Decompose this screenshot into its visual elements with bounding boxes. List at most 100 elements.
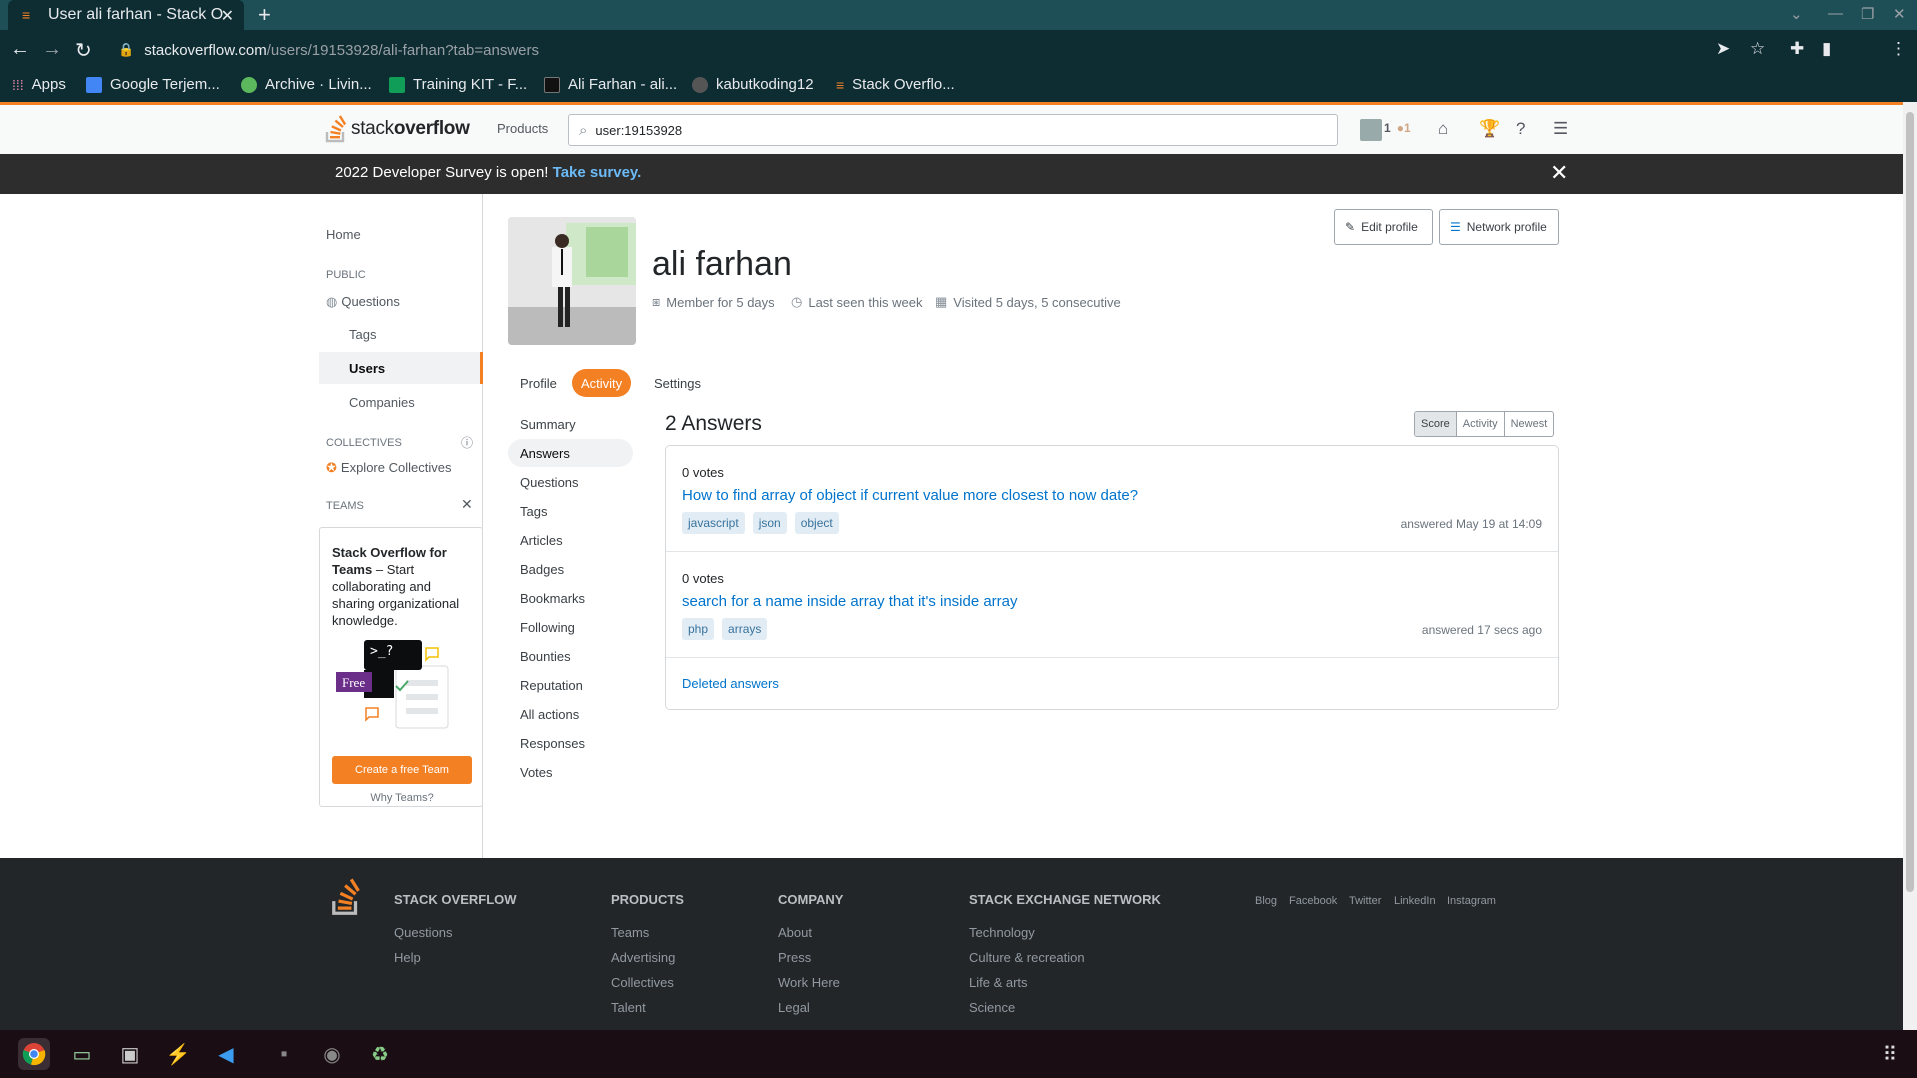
teams-close-icon[interactable]: ✕: [461, 496, 473, 513]
forward-icon[interactable]: →: [42, 38, 62, 61]
reload-icon[interactable]: ↻: [75, 38, 92, 63]
footer-link[interactable]: Advertising: [611, 950, 675, 965]
subnav-all-actions[interactable]: All actions: [508, 700, 633, 728]
tab-profile[interactable]: Profile: [511, 369, 566, 397]
sublime-app-icon[interactable]: ⚡: [162, 1038, 194, 1070]
tab-settings[interactable]: Settings: [645, 369, 710, 397]
nav-tags[interactable]: Tags: [349, 327, 376, 342]
answer-timestamp[interactable]: answered May 19 at 14:09: [1401, 517, 1542, 531]
footer-social-link[interactable]: Facebook: [1289, 895, 1337, 907]
footer-social-link[interactable]: Instagram: [1447, 895, 1496, 907]
tag-php[interactable]: php: [682, 618, 715, 640]
browser-tab-active[interactable]: ≡ User ali farhan - Stack Overflow ✕: [8, 0, 244, 30]
products-menu[interactable]: Products: [497, 121, 548, 136]
network-profile-button[interactable]: ☰ Network profile: [1439, 209, 1559, 245]
user-avatar[interactable]: [1360, 119, 1382, 141]
subnav-following[interactable]: Following: [508, 613, 633, 641]
trash-app-icon[interactable]: ♻: [364, 1038, 396, 1070]
subnav-questions[interactable]: Questions: [508, 468, 633, 496]
browser-menu-icon[interactable]: ⋮: [1890, 39, 1907, 59]
app-grid-icon[interactable]: ⠿: [1874, 1038, 1906, 1070]
why-teams-link[interactable]: Why Teams?: [320, 792, 484, 804]
sort-newest[interactable]: Newest: [1503, 412, 1554, 436]
new-tab-icon[interactable]: +: [258, 2, 271, 28]
subnav-answers[interactable]: Answers: [508, 439, 633, 467]
tag-object[interactable]: object: [794, 512, 839, 534]
site-switcher-icon[interactable]: ☰: [1553, 119, 1568, 139]
footer-social-link[interactable]: LinkedIn: [1394, 895, 1436, 907]
nav-companies[interactable]: Companies: [349, 395, 415, 410]
subnav-tags[interactable]: Tags: [508, 497, 633, 525]
bookmark-training-kit[interactable]: Training KIT - F...: [389, 76, 527, 93]
side-panel-icon[interactable]: ▮: [1822, 39, 1831, 59]
bookmark-star-icon[interactable]: ☆: [1750, 39, 1765, 59]
bookmark-google-translate[interactable]: Google Terjem...: [86, 76, 220, 93]
footer-link[interactable]: Collectives: [611, 975, 674, 990]
answer-question-link[interactable]: search for a name inside array that it's…: [682, 593, 1018, 610]
footer-link[interactable]: Talent: [611, 1000, 646, 1015]
footer-social-link[interactable]: Twitter: [1349, 895, 1381, 907]
tab-activity[interactable]: Activity: [572, 369, 632, 397]
create-free-team-button[interactable]: Create a free Team: [332, 756, 472, 784]
bookmark-stackoverflow[interactable]: ≡ Stack Overflo...: [836, 76, 955, 93]
subnav-votes[interactable]: Votes: [508, 758, 633, 786]
tag-javascript[interactable]: javascript: [682, 512, 745, 534]
scrollbar-thumb[interactable]: [1906, 112, 1914, 892]
nav-users[interactable]: Users: [349, 361, 385, 376]
nav-explore-collectives[interactable]: ✪ Explore Collectives: [326, 460, 451, 476]
footer-company-heading[interactable]: COMPANY: [778, 892, 843, 907]
chrome-app-icon[interactable]: [18, 1038, 50, 1070]
reputation-count[interactable]: 1 ●1: [1384, 121, 1411, 135]
back-icon[interactable]: ←: [10, 38, 30, 61]
subnav-articles[interactable]: Articles: [508, 526, 633, 554]
banner-close-icon[interactable]: ✕: [1550, 160, 1568, 186]
vscode-app-icon[interactable]: ◀: [210, 1038, 242, 1070]
footer-link[interactable]: Help: [394, 950, 421, 965]
footer-network-heading[interactable]: STACK EXCHANGE NETWORK: [969, 892, 1161, 907]
footer-products-heading[interactable]: PRODUCTS: [611, 892, 684, 907]
minimize-icon[interactable]: —: [1828, 5, 1843, 22]
terminal-app-icon[interactable]: ▣: [114, 1038, 146, 1070]
subnav-badges[interactable]: Badges: [508, 555, 633, 583]
footer-link[interactable]: About: [778, 925, 812, 940]
footer-logo-icon[interactable]: [330, 878, 362, 916]
footer-link[interactable]: Culture & recreation: [969, 950, 1085, 965]
sort-activity[interactable]: Activity: [1455, 412, 1504, 436]
bookmark-archive[interactable]: Archive · Livin...: [241, 76, 372, 93]
take-survey-link[interactable]: Take survey.: [553, 164, 642, 181]
tab-close-icon[interactable]: ✕: [221, 6, 234, 26]
subnav-bounties[interactable]: Bounties: [508, 642, 633, 670]
help-icon[interactable]: ?: [1516, 119, 1525, 139]
address-bar[interactable]: 🔒 stackoverflow.com/users/19153928/ali-f…: [106, 35, 1774, 65]
inbox-icon[interactable]: ⌂: [1438, 119, 1448, 139]
extensions-icon[interactable]: ✚: [1790, 39, 1804, 59]
bookmark-kabutkoding[interactable]: kabutkoding12: [692, 76, 814, 93]
footer-link[interactable]: Legal: [778, 1000, 810, 1015]
answer-timestamp[interactable]: answered 17 secs ago: [1422, 623, 1542, 637]
subnav-bookmarks[interactable]: Bookmarks: [508, 584, 633, 612]
subnav-reputation[interactable]: Reputation: [508, 671, 633, 699]
subnav-summary[interactable]: Summary: [508, 410, 633, 438]
deleted-answers-link[interactable]: Deleted answers: [682, 676, 779, 691]
footer-link[interactable]: Technology: [969, 925, 1035, 940]
footer-link[interactable]: Press: [778, 950, 811, 965]
restore-icon[interactable]: ❐: [1861, 5, 1874, 23]
nav-home[interactable]: Home: [326, 227, 361, 242]
collectives-info-icon[interactable]: ⓘ: [461, 434, 473, 451]
ssd-app-icon[interactable]: ▪: [268, 1038, 300, 1070]
achievements-icon[interactable]: 🏆: [1479, 119, 1500, 139]
footer-link[interactable]: Teams: [611, 925, 649, 940]
footer-link[interactable]: Work Here: [778, 975, 840, 990]
stackoverflow-logo[interactable]: stackoverflow: [325, 115, 470, 143]
sort-score[interactable]: Score: [1415, 412, 1456, 436]
footer-social-link[interactable]: Blog: [1255, 895, 1277, 907]
window-close-icon[interactable]: ✕: [1893, 5, 1906, 23]
tag-arrays[interactable]: arrays: [722, 618, 768, 640]
footer-link[interactable]: Science: [969, 1000, 1015, 1015]
nav-questions[interactable]: ◍ Questions: [326, 294, 400, 310]
tag-json[interactable]: json: [752, 512, 787, 534]
page-scrollbar[interactable]: [1903, 102, 1917, 1030]
footer-link[interactable]: Questions: [394, 925, 453, 940]
site-search[interactable]: ⌕ user:19153928: [568, 114, 1338, 146]
files-app-icon[interactable]: ▭: [66, 1038, 98, 1070]
